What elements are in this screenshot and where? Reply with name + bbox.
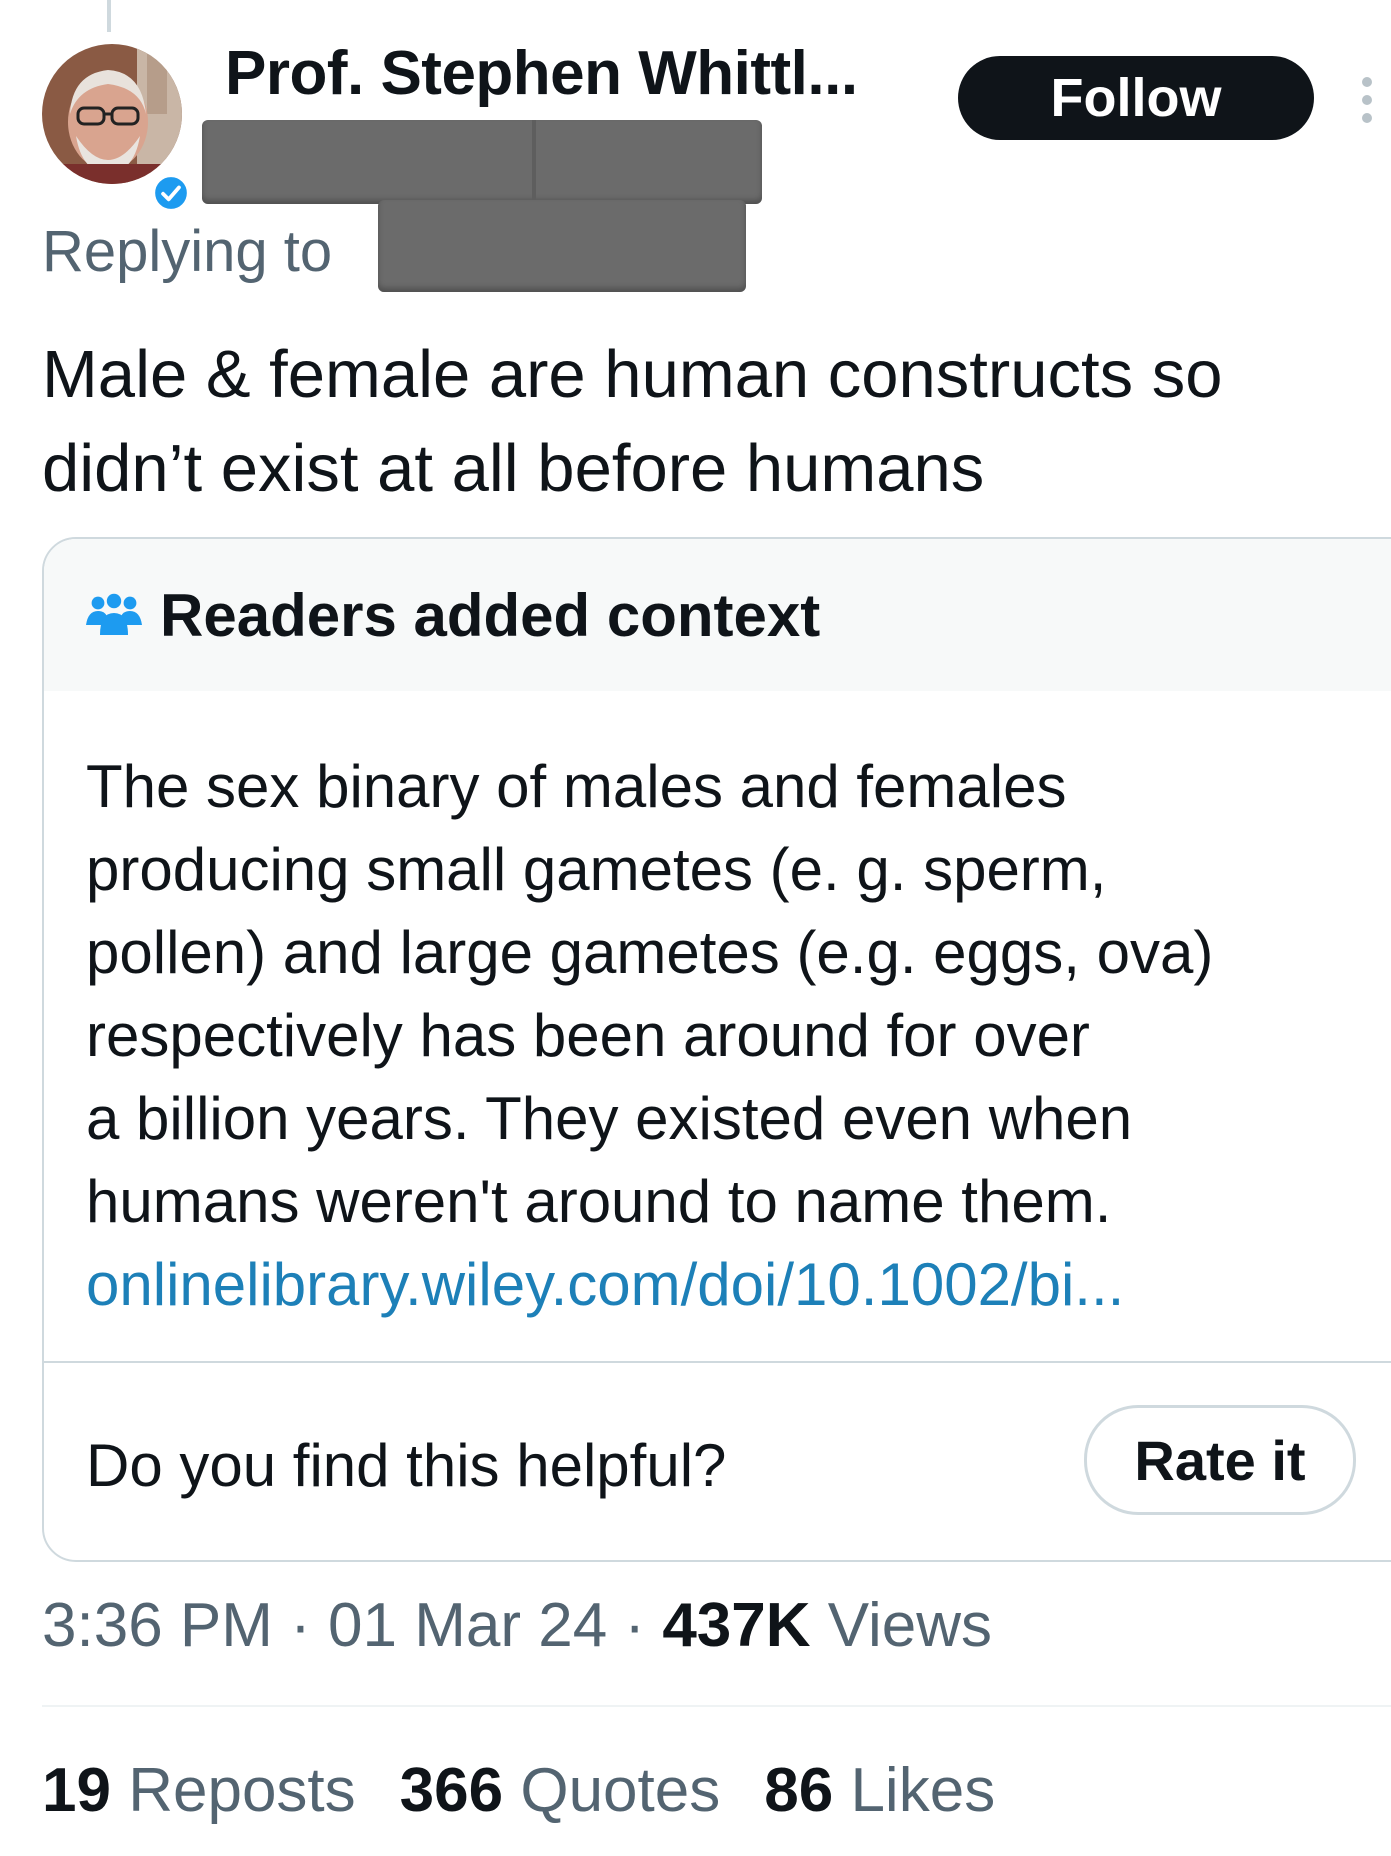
note-line: pollen) and large gametes (e.g. eggs, ov… <box>86 919 1214 986</box>
redacted-reply-handle <box>378 200 746 292</box>
community-note-title: Readers added context <box>160 581 821 649</box>
reposts-label: Reposts <box>128 1756 356 1825</box>
note-line: humans weren't around to name them. <box>86 1168 1112 1235</box>
views-count: 437K <box>662 1591 811 1660</box>
tweet-meta: 3:36 PM · 01 Mar 24 · 437K Views <box>42 1590 992 1661</box>
stats-divider <box>42 1705 1391 1707</box>
quotes-stat[interactable]: 366 Quotes <box>400 1755 721 1826</box>
community-note: Readers added context The sex binary of … <box>42 537 1391 1562</box>
likes-stat[interactable]: 86 Likes <box>764 1755 995 1826</box>
more-vertical-icon[interactable] <box>1360 76 1374 124</box>
community-note-body: The sex binary of males and females prod… <box>86 745 1346 1326</box>
rate-it-button[interactable]: Rate it <box>1084 1405 1356 1515</box>
views-label: Views <box>827 1591 993 1660</box>
community-note-header: Readers added context <box>44 539 1391 691</box>
quotes-label: Quotes <box>520 1756 721 1825</box>
note-source-link[interactable]: onlinelibrary.wiley.com/doi/10.1002/bi..… <box>86 1243 1346 1326</box>
avatar[interactable] <box>42 44 190 212</box>
helpful-prompt: Do you find this helpful? <box>86 1432 727 1499</box>
note-line: producing small gametes (e. g. sperm, <box>86 836 1107 903</box>
follow-button[interactable]: Follow <box>958 56 1314 140</box>
verified-checkmark-icon <box>152 174 190 212</box>
tweet-time[interactable]: 3:36 PM <box>42 1591 273 1660</box>
note-line: a billion years. They existed even when <box>86 1085 1133 1152</box>
note-divider <box>44 1361 1391 1363</box>
quotes-count: 366 <box>399 1756 504 1825</box>
avatar-image <box>42 44 182 184</box>
meta-separator: · <box>624 1591 646 1660</box>
reposts-count: 19 <box>42 1756 111 1825</box>
tweet-text: Male & female are human constructs so di… <box>42 337 1223 506</box>
thread-connector-line <box>107 0 111 32</box>
note-line: The sex binary of males and females <box>86 753 1067 820</box>
likes-label: Likes <box>850 1756 996 1825</box>
replying-to-label: Replying to <box>42 219 333 284</box>
likes-count: 86 <box>764 1756 834 1825</box>
author-name[interactable]: Prof. Stephen Whittl... <box>225 38 858 109</box>
note-line: respectively has been around for over <box>86 1002 1090 1069</box>
meta-separator: · <box>290 1591 311 1660</box>
redacted-handle <box>202 120 762 204</box>
tweet-date[interactable]: 01 Mar 24 <box>328 1591 607 1660</box>
reposts-stat[interactable]: 19 Reposts <box>42 1755 356 1826</box>
engagement-stats: 19 Reposts 366 Quotes 86 Likes <box>42 1755 995 1826</box>
people-icon <box>86 593 142 635</box>
